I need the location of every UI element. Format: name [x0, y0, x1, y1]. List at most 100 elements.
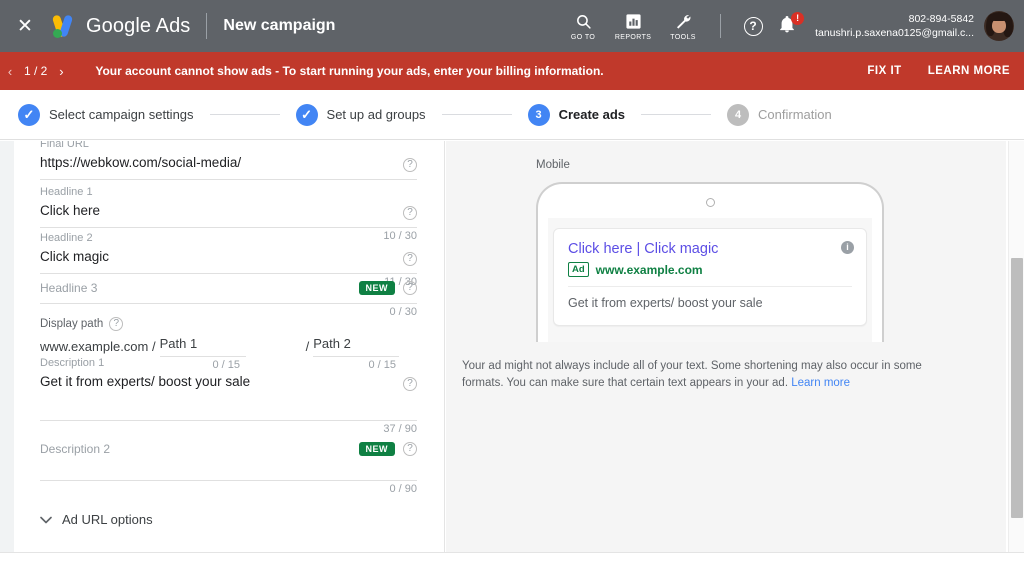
display-path-1-value: Path 1	[159, 336, 198, 351]
headline-2-label: Headline 2	[40, 232, 93, 244]
headline-2-value[interactable]: Click magic	[40, 246, 403, 271]
ad-badge: Ad	[568, 262, 589, 277]
step-2-label: Set up ad groups	[326, 107, 426, 122]
step-4-number: 4	[727, 103, 750, 126]
reports-button[interactable]: REPORTS	[610, 11, 656, 41]
ad-form-card: Final URL https://webkow.com/social-medi…	[14, 141, 445, 552]
info-icon[interactable]: i	[841, 241, 854, 254]
app-header: ✕ Google Ads New campaign GO TO REPORTS …	[0, 0, 1024, 52]
avatar-hair-top	[990, 12, 1008, 21]
alert-prev-arrow[interactable]: ‹	[0, 64, 20, 79]
ad-preview-card: Click here | Click magic Ad www.example.…	[553, 228, 867, 326]
tools-label: TOOLS	[670, 34, 696, 41]
tools-button[interactable]: TOOLS	[660, 11, 706, 41]
field-description-1[interactable]: Description 1 Get it from experts/ boost…	[40, 355, 417, 438]
description-2-label: Description 2	[40, 442, 111, 456]
bar-chart-icon	[625, 11, 642, 31]
account-email: tanushri.p.saxena0125@gmail.c...	[815, 27, 974, 39]
headline-1-value[interactable]: Click here	[40, 200, 403, 225]
display-path-2-field[interactable]: Path 2	[313, 334, 400, 357]
ad-preview-note-text: Your ad might not always include all of …	[462, 360, 922, 389]
preview-device-label: Mobile	[536, 159, 570, 171]
step-connector-2	[441, 114, 512, 115]
ad-preview-description: Get it from experts/ boost your sale	[568, 296, 763, 310]
step-3-label: Create ads	[558, 107, 626, 122]
brand-label: Google Ads	[86, 14, 191, 37]
account-info[interactable]: 802-894-5842 tanushri.p.saxena0125@gmail…	[815, 12, 974, 40]
final-url-value[interactable]: https://webkow.com/social-media/	[40, 152, 403, 177]
step-connector-1	[209, 114, 280, 115]
ad-preview-url-row: Ad www.example.com	[568, 262, 852, 277]
google-ads-logo-icon	[50, 14, 76, 38]
step-3-number: 3	[527, 103, 550, 126]
step-2-check-icon: ✓	[295, 103, 318, 126]
step-connector-3	[641, 114, 712, 115]
ad-preview-url: www.example.com	[595, 262, 703, 277]
avatar[interactable]	[984, 11, 1014, 41]
campaign-stepper: ✓ Select campaign settings ✓ Set up ad g…	[0, 90, 1024, 140]
header-left-group: ✕ Google Ads New campaign	[0, 13, 335, 39]
ad-form-fields: Final URL https://webkow.com/social-medi…	[14, 141, 444, 527]
ad-url-options-label: Ad URL options	[62, 512, 153, 527]
fix-it-button[interactable]: FIX IT	[867, 65, 901, 77]
page-title: New campaign	[223, 17, 336, 34]
display-path-domain: www.example.com /	[40, 339, 156, 354]
ad-url-options-toggle[interactable]: Ad URL options	[40, 498, 417, 527]
goto-button[interactable]: GO TO	[560, 11, 606, 41]
page-scrollbar-thumb[interactable]	[1011, 258, 1023, 518]
phone-screen: Click here | Click magic Ad www.example.…	[548, 218, 872, 342]
help-icon-headline-2[interactable]: ?	[403, 251, 417, 266]
display-path-2-prefix: /	[305, 339, 310, 354]
step-1-label: Select campaign settings	[49, 107, 194, 122]
help-button[interactable]: ?	[740, 13, 766, 39]
final-url-label: Final URL	[40, 141, 89, 150]
display-path-1-field[interactable]: Path 1	[159, 334, 246, 357]
ad-preview-headline[interactable]: Click here | Click magic	[568, 240, 852, 259]
google-ads-new-campaign-page: ✕ Google Ads New campaign GO TO REPORTS …	[0, 0, 1024, 576]
phone-camera-icon	[705, 198, 715, 207]
step-confirmation: 4 Confirmation	[727, 103, 832, 126]
display-path-header: Display path ?	[40, 317, 417, 331]
mobile-preview-frame: Click here | Click magic Ad www.example.…	[536, 182, 884, 342]
notifications-button[interactable]: !	[777, 12, 805, 38]
help-icon-description-2[interactable]: ?	[403, 442, 417, 456]
help-icon: ?	[743, 16, 763, 36]
headline-3-label: Headline 3	[40, 281, 98, 295]
logo-green-dot	[53, 29, 62, 38]
header-right-group: GO TO REPORTS TOOLS ? ! 802-894-5842 tan…	[558, 11, 1024, 41]
step-create-ads[interactable]: 3 Create ads	[527, 103, 626, 126]
step-set-up-ad-groups[interactable]: ✓ Set up ad groups	[295, 103, 426, 126]
field-description-2[interactable]: Description 2 NEW ? 0 / 90	[40, 436, 417, 498]
help-icon-headline-1[interactable]: ?	[403, 205, 417, 220]
description-1-value[interactable]: Get it from experts/ boost your sale	[40, 371, 403, 396]
alert-counter: 1 / 2	[24, 64, 48, 78]
learn-more-button[interactable]: LEARN MORE	[928, 65, 1010, 77]
close-icon[interactable]: ✕	[12, 13, 38, 39]
description-2-counter: 0 / 90	[389, 483, 417, 495]
ad-preview-learn-more-link[interactable]: Learn more	[791, 377, 850, 389]
account-phone: 802-894-5842	[908, 12, 974, 25]
step-1-check-icon: ✓	[18, 103, 40, 126]
help-icon-description-1[interactable]: ?	[403, 376, 417, 391]
chevron-down-icon	[40, 516, 52, 524]
description-1-label: Description 1	[40, 357, 105, 369]
header-divider	[206, 13, 208, 39]
ad-preview-note: Your ad might not always include all of …	[454, 358, 954, 392]
page-scrollbar-track[interactable]	[1008, 141, 1024, 552]
ad-preview-divider	[568, 286, 852, 287]
step-select-campaign-settings[interactable]: ✓ Select campaign settings	[18, 103, 194, 126]
display-path-2-value: Path 2	[313, 336, 351, 351]
description-2-new-badge: NEW	[358, 442, 395, 456]
field-headline-3[interactable]: Headline 3 NEW ? 0 / 30	[40, 275, 417, 321]
notification-badge: !	[791, 12, 805, 25]
help-icon-headline-3[interactable]: ?	[403, 281, 417, 295]
alert-next-arrow[interactable]: ›	[51, 64, 71, 79]
alert-actions: FIX IT LEARN MORE	[841, 65, 1024, 77]
help-icon-final-url[interactable]: ?	[403, 157, 417, 172]
step-4-label: Confirmation	[758, 107, 832, 122]
wrench-icon	[674, 11, 692, 31]
headline-3-new-badge: NEW	[358, 281, 395, 295]
header-right-divider	[720, 14, 722, 38]
help-icon-display-path[interactable]: ?	[109, 317, 124, 331]
field-final-url[interactable]: Final URL https://webkow.com/social-medi…	[40, 141, 417, 180]
